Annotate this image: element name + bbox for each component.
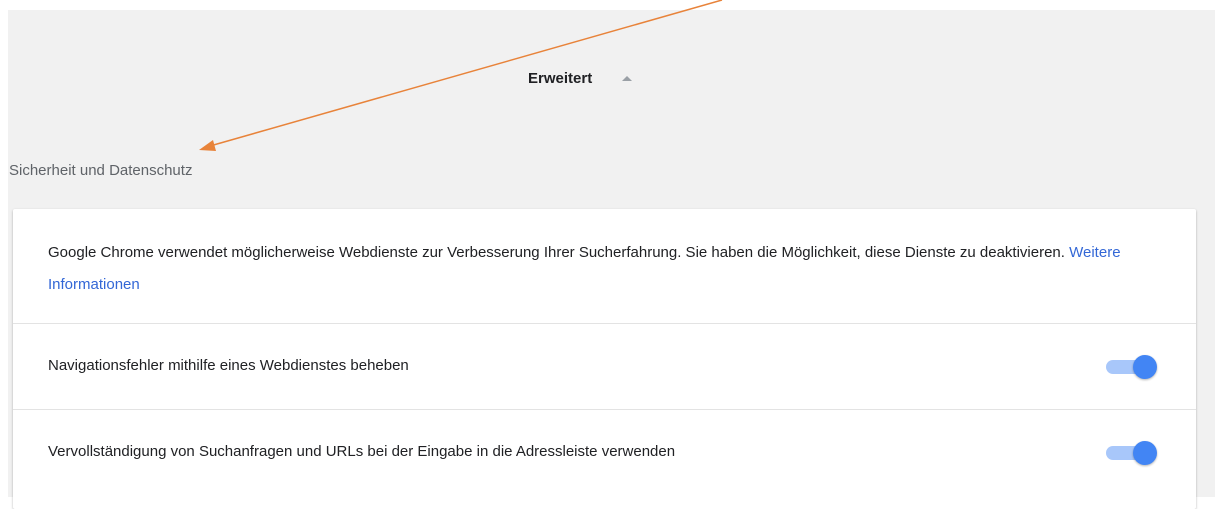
setting-row-navigation-errors: Navigationsfehler mithilfe eines Webdien… bbox=[13, 324, 1196, 410]
autocomplete-toggle[interactable] bbox=[1104, 440, 1164, 465]
setting-label: Vervollständigung von Suchanfragen und U… bbox=[48, 443, 676, 460]
setting-label: Navigationsfehler mithilfe eines Webdien… bbox=[48, 357, 409, 374]
toggle-knob bbox=[1133, 441, 1157, 465]
toggle-knob bbox=[1133, 355, 1157, 379]
section-title: Sicherheit und Datenschutz bbox=[9, 162, 193, 179]
advanced-label: Erweitert bbox=[528, 70, 593, 87]
caret-up-icon bbox=[622, 76, 633, 81]
setting-row-autocomplete: Vervollständigung von Suchanfragen und U… bbox=[13, 410, 1196, 496]
navigation-errors-toggle[interactable] bbox=[1104, 354, 1164, 379]
card-description-text: Google Chrome verwendet möglicherweise W… bbox=[48, 244, 1065, 261]
settings-card: Google Chrome verwendet möglicherweise W… bbox=[13, 209, 1196, 509]
card-description: Google Chrome verwendet möglicherweise W… bbox=[48, 237, 1148, 301]
advanced-toggle-button[interactable]: Erweitert bbox=[528, 70, 633, 87]
